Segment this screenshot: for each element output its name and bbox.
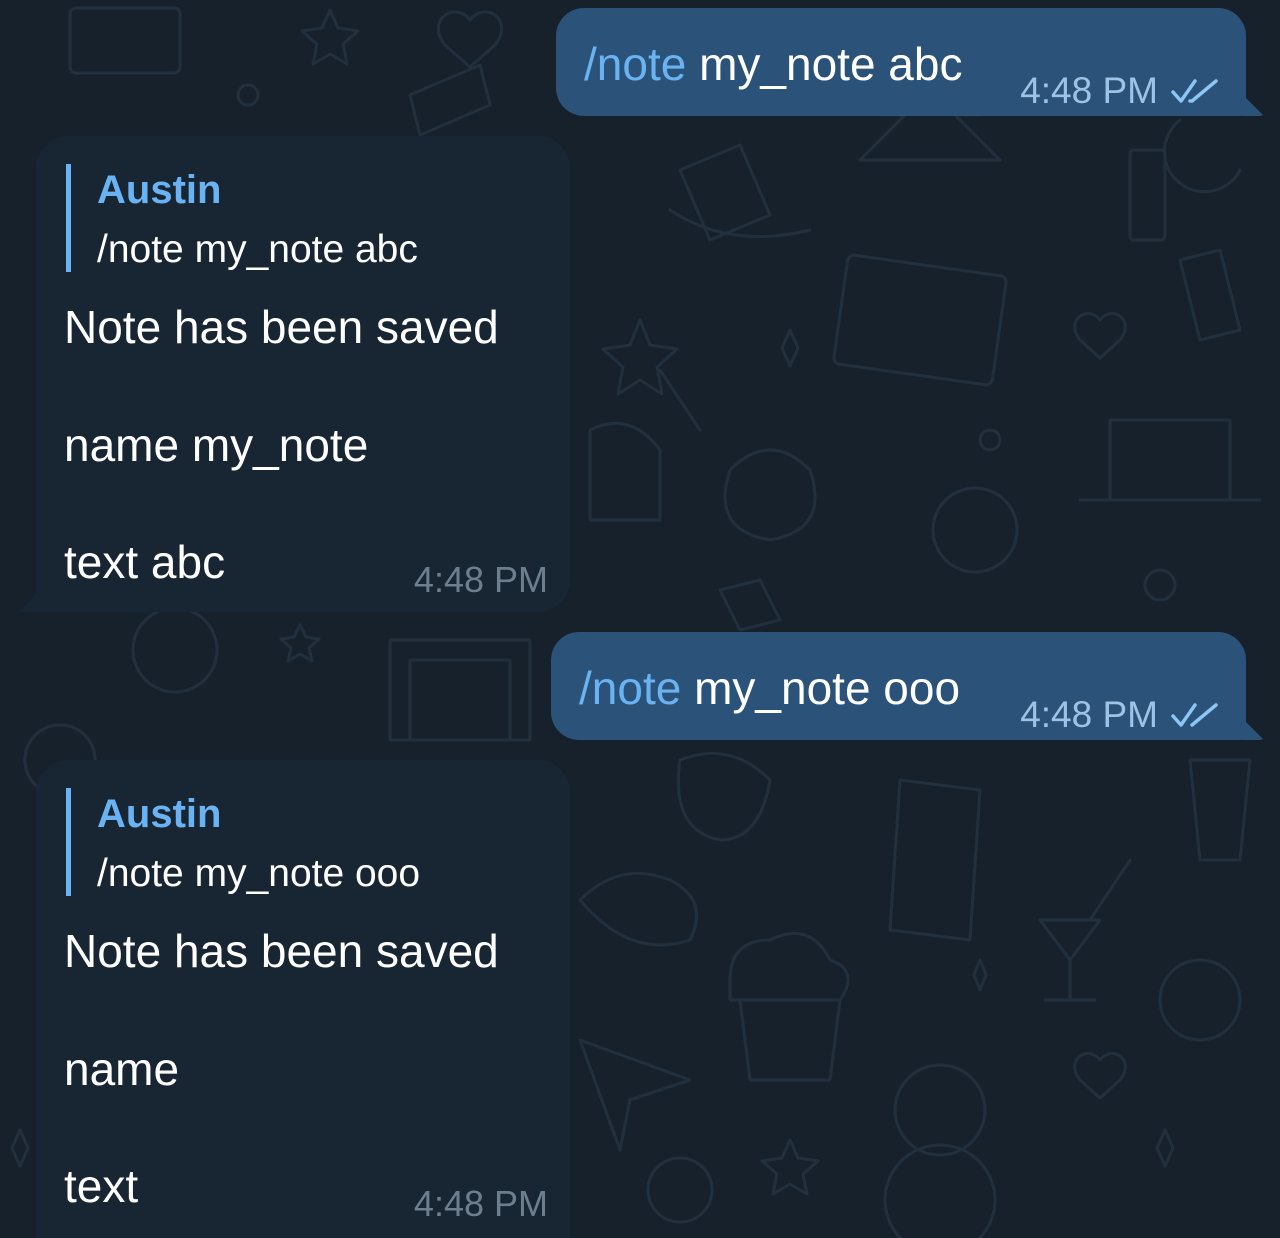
scroll-doodle-icon [888, 778, 982, 942]
message-body: my_note ooo [681, 662, 961, 714]
message-time: 4:48 PM [413, 1183, 548, 1224]
sparkle-doodle-icon [780, 328, 800, 368]
heart-doodle-icon [436, 10, 504, 69]
message-meta: 4:48 PM [1020, 70, 1224, 112]
message-time: 4:48 PM [413, 559, 548, 600]
sparkle-doodle-icon [1155, 1128, 1175, 1168]
message-line: name [64, 1043, 180, 1095]
message-text: /note my_note ooo [579, 662, 960, 715]
incoming-message[interactable]: Austin /note my_note abc Note has been s… [18, 136, 570, 612]
dot-doodle [236, 83, 260, 107]
incoming-message[interactable]: Austin /note my_note ooo Note has been s… [36, 760, 570, 1238]
cookie-doodle-icon [1158, 958, 1242, 1042]
top-hat-doodle-icon [1078, 418, 1262, 502]
reply-text: /note my_note ooo [97, 852, 421, 895]
stocking-doodle-icon [1178, 248, 1242, 342]
message-line: text abc [64, 536, 226, 588]
ornament-doodle-icon [646, 1156, 714, 1224]
double-check-icon [1171, 703, 1218, 727]
reply-quote[interactable]: Austin /note my_note ooo [66, 788, 420, 896]
muffin-doodle-icon [588, 421, 662, 522]
sparkle-doodle-icon [10, 1128, 30, 1168]
star-doodle-icon [760, 1138, 820, 1196]
paper-plane-doodle-icon [578, 1038, 692, 1152]
cocktail-doodle-icon [1038, 858, 1132, 1002]
bot-command-link[interactable]: /note [584, 38, 686, 90]
fox-doodle-icon [578, 871, 699, 947]
snowman-doodle-icon [893, 1063, 987, 1157]
reply-author: Austin [97, 792, 222, 836]
snowman-body-doodle [883, 1143, 997, 1238]
message-line: Note has been saved [64, 925, 499, 977]
bot-command-link[interactable]: /note [579, 662, 681, 714]
message-body: my_note abc [686, 38, 963, 90]
star-doodle-icon [279, 623, 321, 663]
message-line: text [64, 1160, 139, 1212]
wink-face-doodle-icon [131, 606, 219, 694]
message-line: Note has been saved [64, 301, 499, 353]
reply-text: /note my_note abc [97, 228, 418, 271]
bar-doodle [408, 63, 492, 137]
popcorn-doodle-icon [728, 931, 850, 1082]
calendar-doodle-icon [68, 6, 182, 75]
message-time: 4:48 PM [1020, 70, 1158, 111]
outgoing-message[interactable]: /note my_note ooo 4:48 PM [551, 632, 1264, 740]
fireplace-doodle-icon [388, 638, 532, 742]
cup-doodle-icon [1188, 758, 1252, 862]
dot-doodle [978, 428, 1002, 452]
postcard-doodle-icon [832, 253, 1008, 387]
message-text: /note my_note abc [584, 38, 962, 91]
message-time: 4:48 PM [1020, 694, 1158, 735]
skate-doodle-icon [668, 143, 812, 242]
candle-doodle-icon [1128, 148, 1167, 242]
message-line: name my_note [64, 419, 369, 471]
face-doodle-icon [931, 486, 1019, 574]
outgoing-message[interactable]: /note my_note abc 4:48 PM [556, 8, 1264, 116]
heart-doodle-icon [1073, 312, 1127, 360]
moon-doodle-icon [1162, 118, 1242, 194]
star-doodle-icon [300, 8, 360, 66]
goose-doodle-icon [723, 448, 817, 542]
sled-doodle-icon [718, 578, 782, 632]
message-meta: 4:48 PM [1020, 694, 1224, 736]
sparkle-doodle-icon [972, 958, 988, 992]
reply-quote[interactable]: Austin /note my_note abc [66, 164, 418, 272]
magic-wand-doodle-icon [601, 318, 702, 432]
reply-author: Austin [97, 168, 222, 212]
double-check-icon [1171, 79, 1218, 103]
heart-doodle-icon [1073, 1052, 1127, 1100]
swirl-doodle [1143, 568, 1177, 602]
bell-doodle-icon [676, 751, 772, 842]
